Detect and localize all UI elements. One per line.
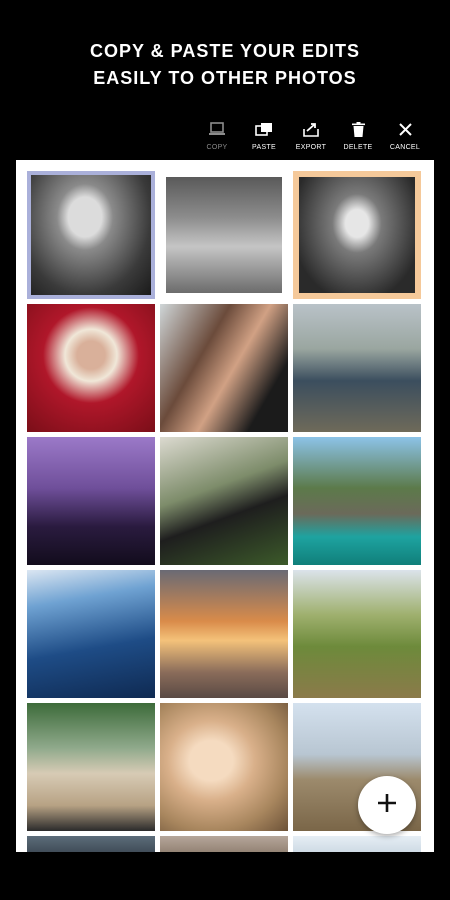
copy-icon: [206, 120, 228, 138]
photo-tile[interactable]: [27, 836, 155, 852]
photo-tile[interactable]: [293, 304, 421, 432]
photo-thumbnail: [166, 177, 282, 293]
photo-tile[interactable]: [27, 437, 155, 565]
paste-icon: [253, 120, 275, 138]
photo-thumbnail: [27, 570, 155, 698]
paste-button[interactable]: PASTE: [243, 120, 285, 156]
photo-thumbnail: [293, 437, 421, 565]
delete-label: DELETE: [343, 144, 373, 151]
photo-thumbnail: [160, 437, 288, 565]
photo-thumbnail: [27, 836, 155, 852]
photo-tile[interactable]: [160, 171, 288, 299]
close-icon: [394, 120, 416, 138]
photo-tile[interactable]: [160, 304, 288, 432]
photo-thumbnail: [160, 703, 288, 831]
photo-thumbnail: [31, 175, 151, 295]
photo-thumbnail: [299, 177, 415, 293]
photo-tile[interactable]: [293, 437, 421, 565]
headline: COPY & PASTE YOUR EDITS EASILY TO OTHER …: [0, 38, 450, 92]
photo-tile-selected[interactable]: [27, 171, 155, 299]
photo-thumbnail: [160, 836, 288, 852]
photo-thumbnail: [160, 304, 288, 432]
photo-tile[interactable]: [27, 703, 155, 831]
export-button[interactable]: EXPORT: [290, 120, 332, 156]
photo-tile[interactable]: [27, 570, 155, 698]
add-photo-button[interactable]: [358, 776, 416, 834]
photo-thumbnail: [160, 570, 288, 698]
headline-line-2: EASILY TO OTHER PHOTOS: [93, 68, 357, 88]
delete-button[interactable]: DELETE: [337, 120, 379, 156]
photo-grid-panel: [16, 160, 434, 852]
cancel-button[interactable]: CANCEL: [384, 120, 426, 156]
photo-tile[interactable]: [293, 836, 421, 852]
photo-tile[interactable]: [160, 437, 288, 565]
delete-icon: [347, 120, 369, 138]
photo-tile[interactable]: [160, 836, 288, 852]
photo-tile[interactable]: [160, 570, 288, 698]
plus-icon: [376, 792, 398, 819]
photo-tile[interactable]: [293, 570, 421, 698]
headline-line-1: COPY & PASTE YOUR EDITS: [89, 41, 361, 61]
photo-grid: [27, 171, 423, 852]
export-label: EXPORT: [295, 144, 327, 151]
photo-thumbnail: [27, 437, 155, 565]
paste-label: PASTE: [252, 144, 276, 151]
photo-thumbnail: [293, 570, 421, 698]
selection-toolbar: COPY PASTE EXPORT DELETE CANCEL: [196, 120, 426, 156]
photo-thumbnail: [27, 304, 155, 432]
photo-thumbnail: [27, 703, 155, 831]
export-icon: [300, 120, 322, 138]
photo-tile-selected[interactable]: [293, 171, 421, 299]
photo-tile[interactable]: [27, 304, 155, 432]
cancel-label: CANCEL: [389, 144, 421, 151]
copy-label: COPY: [206, 144, 228, 151]
photo-tile[interactable]: [160, 703, 288, 831]
photo-thumbnail: [293, 836, 421, 852]
photo-thumbnail: [293, 304, 421, 432]
copy-button[interactable]: COPY: [196, 120, 238, 156]
